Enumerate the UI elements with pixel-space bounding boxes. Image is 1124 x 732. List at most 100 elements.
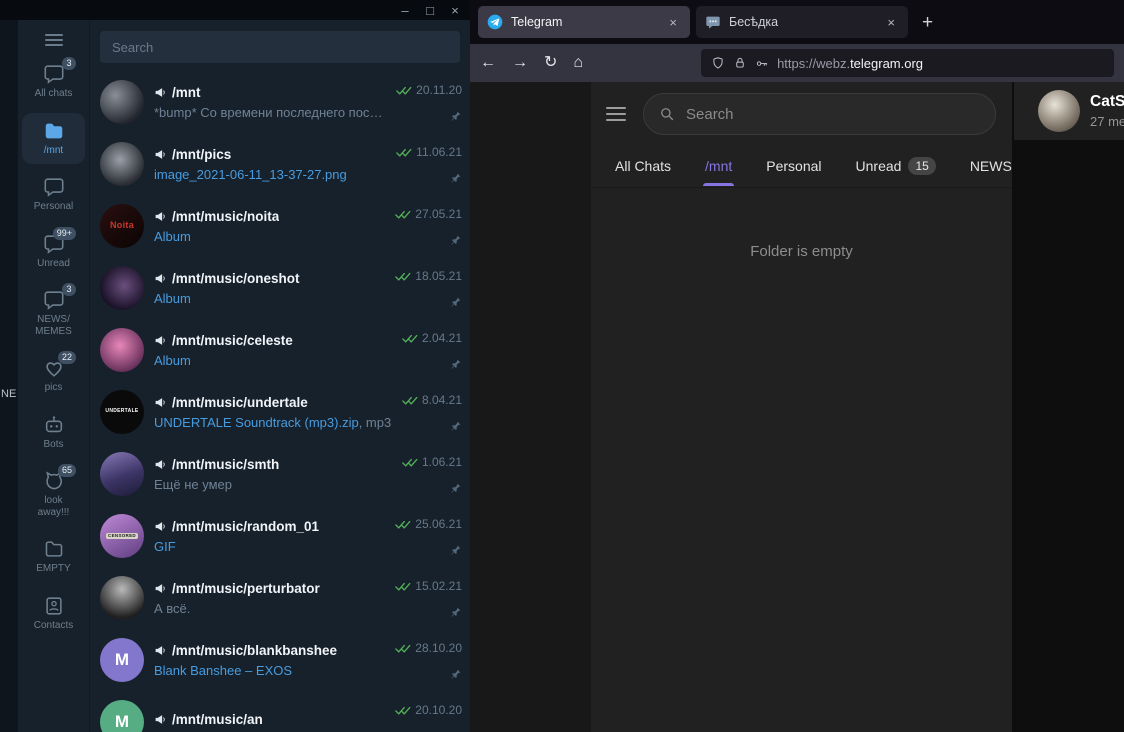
window-close-button[interactable]: × (448, 4, 462, 17)
folder-label: look away!!! (38, 495, 70, 518)
back-button[interactable]: ← (480, 55, 496, 71)
chat-list-item[interactable]: Noita /mnt/music/noita Album 27.05.21 (90, 195, 470, 257)
reload-button[interactable]: ↻ (544, 55, 557, 71)
chat-title: /mnt/music/random_01 (172, 519, 319, 534)
browser-tab-telegram[interactable]: Telegram × (478, 6, 690, 38)
chat-list-item[interactable]: /mnt/pics image_2021-06-11_13-37-27.png … (90, 133, 470, 195)
chat-date: 1.06.21 (422, 455, 462, 469)
chat-list-item[interactable]: M /mnt/music/an 20.10.20 (90, 691, 470, 732)
window-minimize-button[interactable]: – (398, 4, 412, 17)
channel-megaphone-icon (154, 334, 167, 347)
chat-list-item[interactable]: /mnt/music/oneshot Album 18.05.21 (90, 257, 470, 319)
chat-preview: *bump* Со времени последнего поста про… (154, 105, 386, 120)
folder-tab-unread[interactable]: 99+ Unread (22, 226, 85, 278)
read-checks-icon (395, 271, 411, 282)
web-folder-tabs: All Chats /mnt Personal Unread 15 NEWS (591, 145, 1012, 188)
web-search-box[interactable] (643, 93, 996, 135)
folder-label: Contacts (34, 620, 73, 632)
read-checks-icon (395, 581, 411, 592)
chat-date: 11.06.21 (416, 145, 462, 159)
folder-tab-personal[interactable]: Personal (22, 169, 85, 221)
channel-megaphone-icon (154, 148, 167, 161)
shield-icon[interactable] (711, 56, 725, 70)
lock-icon[interactable] (733, 56, 747, 70)
chat-preview: Album (154, 353, 392, 368)
chat-list-item[interactable]: /mnt/music/celeste Album 2.04.21 (90, 319, 470, 381)
peer-avatar (1038, 90, 1080, 132)
folder-label: EMPTY (36, 563, 70, 575)
channel-megaphone-icon (154, 520, 167, 533)
chat-avatar: M (100, 700, 144, 732)
browser-tab-besedka[interactable]: Бесѣдка × (696, 6, 908, 38)
web-folder-tab-all-chats[interactable]: All Chats (613, 150, 673, 186)
read-checks-icon (396, 147, 412, 158)
web-hamburger-menu-icon[interactable] (606, 107, 626, 121)
desktop-search-input[interactable] (100, 31, 460, 63)
chat-avatar: Noita (100, 204, 144, 248)
search-icon (658, 105, 676, 123)
folder-tab-contacts[interactable]: Contacts (22, 588, 85, 640)
key-icon[interactable] (755, 56, 769, 70)
chat-list-item[interactable]: /mnt/music/perturbator А всё. 15.02.21 (90, 567, 470, 629)
new-tab-button[interactable]: + (914, 11, 941, 34)
hamburger-menu-icon[interactable] (45, 34, 63, 46)
chat-date: 20.11.20 (416, 83, 462, 97)
folder-tab-pics[interactable]: 22 pics (22, 350, 85, 402)
bubble-icon (43, 176, 65, 198)
chat-title: /mnt/music/noita (172, 209, 279, 224)
read-checks-icon (395, 519, 411, 530)
web-folder-tab-unread[interactable]: Unread 15 (854, 149, 938, 187)
folder-label: Personal (34, 201, 73, 213)
chat-list: /mnt *bump* Со времени последнего поста … (90, 71, 470, 732)
folder-tab-news-memes[interactable]: 3 NEWS/ MEMES (22, 282, 85, 345)
chat-list-item[interactable]: /mnt *bump* Со времени последнего поста … (90, 71, 470, 133)
pinned-icon (449, 296, 462, 309)
web-folder-tab-personal[interactable]: Personal (764, 150, 823, 186)
chat-list-item[interactable]: /mnt/music/smth Ещё не умер 1.06.21 (90, 443, 470, 505)
unread-badge: 3 (62, 283, 76, 296)
tab-close-icon[interactable]: × (665, 14, 681, 31)
read-checks-icon (395, 209, 411, 220)
chat-avatar: CENSORED (100, 514, 144, 558)
chat-list-panel: /mnt *bump* Со времени последнего поста … (90, 20, 470, 732)
tab-close-icon[interactable]: × (883, 14, 899, 31)
web-folder-tab-news[interactable]: NEWS (968, 150, 1014, 186)
chat-title: /mnt/music/blankbanshee (172, 643, 337, 658)
url-domain: telegram.org (850, 56, 923, 71)
pinned-icon (449, 420, 462, 433)
tab-title: Бесѣдка (729, 15, 875, 29)
chat-list-item[interactable]: M /mnt/music/blankbanshee Blank Banshee … (90, 629, 470, 691)
peer-subtitle: 27 me (1090, 114, 1124, 129)
web-search-input[interactable] (686, 106, 981, 123)
folder-tab-mnt[interactable]: /mnt (22, 113, 85, 165)
browser-window: Telegram × Бесѣдка × + ← → ↻ ⌂ https://w… (470, 0, 1124, 732)
chat-preview: А всё. (154, 601, 385, 616)
background-window-strip: NE (0, 20, 18, 732)
address-bar[interactable]: https://webz.telegram.org (701, 49, 1114, 77)
channel-megaphone-icon (154, 713, 167, 726)
chat-list-item[interactable]: CENSORED /mnt/music/random_01 GIF 25.06.… (90, 505, 470, 567)
channel-megaphone-icon (154, 210, 167, 223)
read-checks-icon (396, 85, 412, 96)
folder-label: pics (45, 382, 63, 394)
web-chat-header[interactable]: CatS 27 me (1014, 82, 1124, 140)
window-maximize-button[interactable]: □ (423, 4, 437, 17)
telegram-desktop-window: 3 All chats /mnt Personal 99+ Unread 3 N… (18, 20, 470, 732)
folder-tab-bots[interactable]: Bots (22, 407, 85, 459)
chat-preview: image_2021-06-11_13-37-27.png (154, 167, 386, 182)
folder-tab-empty[interactable]: EMPTY (22, 531, 85, 583)
bubble-icon (43, 289, 65, 311)
web-tab-label: All Chats (615, 158, 671, 174)
folder-label: Bots (43, 439, 63, 451)
folder-tab-look-away[interactable]: 65 look away!!! (22, 463, 85, 526)
web-folder-tab-mnt[interactable]: /mnt (703, 150, 734, 186)
folder-tab-all-chats[interactable]: 3 All chats (22, 56, 85, 108)
home-button[interactable]: ⌂ (573, 55, 583, 71)
forward-button[interactable]: → (512, 55, 528, 71)
chat-list-item[interactable]: UNDERTALE /mnt/music/undertale UNDERTALE… (90, 381, 470, 443)
chat-preview: GIF (154, 539, 385, 554)
chat-avatar: UNDERTALE (100, 390, 144, 434)
unread-badge: 3 (62, 57, 76, 70)
chat-title: /mnt/music/undertale (172, 395, 308, 410)
unread-badge: 22 (58, 351, 76, 364)
